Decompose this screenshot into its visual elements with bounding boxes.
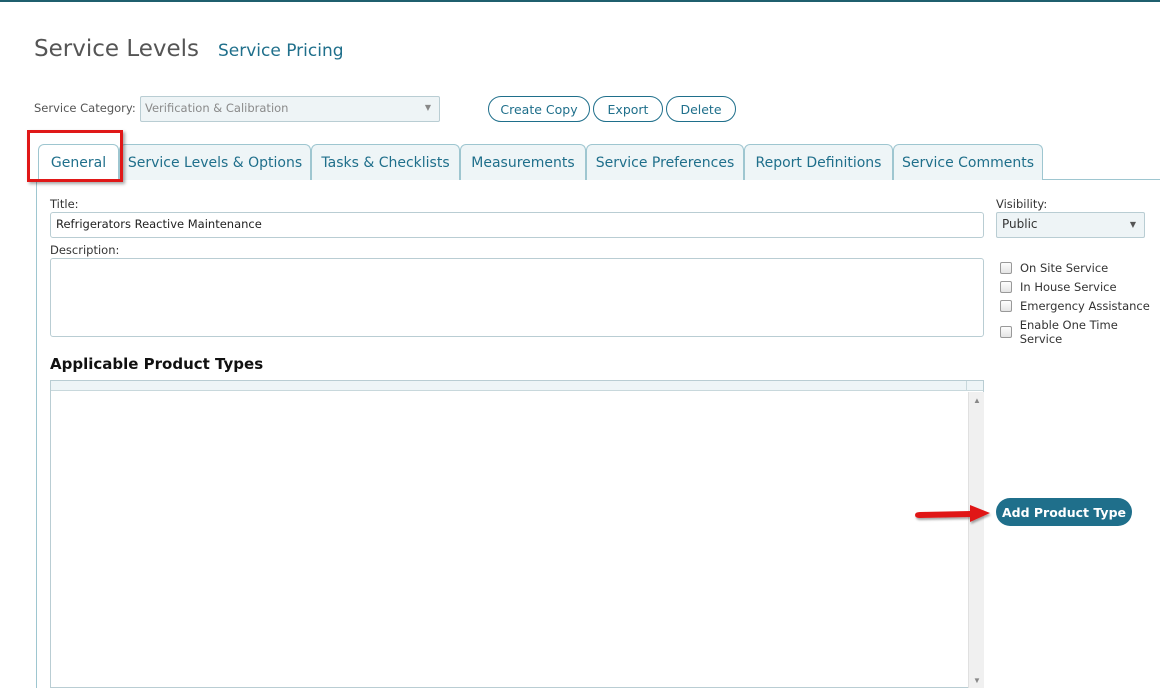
chevron-down-icon: ▼	[424, 103, 431, 112]
grid-header	[51, 381, 983, 391]
option-label: In House Service	[1020, 280, 1117, 294]
service-category-value: Verification & Calibration	[145, 101, 289, 115]
title-label: Title:	[50, 197, 79, 211]
service-category-label: Service Category:	[34, 101, 136, 115]
service-category-select[interactable]: Verification & Calibration ▼	[140, 96, 440, 122]
service-pricing-link[interactable]: Service Pricing	[218, 41, 344, 61]
scroll-up-icon[interactable]: ▲	[969, 396, 985, 405]
option-on-site-service[interactable]: On Site Service	[1000, 261, 1108, 275]
checkbox[interactable]	[1000, 262, 1012, 274]
option-emergency-assistance[interactable]: Emergency Assistance	[1000, 299, 1150, 313]
applicable-product-types-heading: Applicable Product Types	[50, 355, 264, 373]
page-title: Service Levels	[34, 36, 200, 62]
visibility-select[interactable]: Public ▼	[996, 212, 1145, 238]
description-label: Description:	[50, 243, 120, 257]
description-textarea[interactable]	[50, 258, 984, 337]
chevron-down-icon: ▼	[1129, 220, 1136, 229]
visibility-value: Public	[1002, 217, 1038, 231]
tab-report-definitions[interactable]: Report Definitions	[744, 144, 893, 180]
visibility-label: Visibility:	[996, 197, 1048, 211]
checkbox[interactable]	[1000, 300, 1012, 312]
panel-left-border	[36, 179, 37, 688]
title-input[interactable]: Refrigerators Reactive Maintenance	[50, 212, 984, 238]
product-types-grid[interactable]: ▲ ▼	[50, 380, 984, 688]
tab-measurements[interactable]: Measurements	[460, 144, 586, 180]
export-button[interactable]: Export	[593, 96, 663, 122]
tab-tasks-checklists[interactable]: Tasks & Checklists	[311, 144, 460, 180]
option-label: Enable One Time Service	[1019, 318, 1118, 346]
grid-scrollbar[interactable]: ▲ ▼	[968, 392, 984, 688]
grid-header-divider	[966, 381, 967, 391]
create-copy-button[interactable]: Create Copy	[488, 96, 590, 122]
option-label: Emergency Assistance	[1020, 299, 1150, 313]
top-border	[0, 0, 1160, 2]
checkbox[interactable]	[1000, 326, 1012, 338]
tab-service-levels-options[interactable]: Service Levels & Options	[119, 144, 311, 180]
option-in-house-service[interactable]: In House Service	[1000, 280, 1117, 294]
delete-button[interactable]: Delete	[666, 96, 736, 122]
scroll-down-icon[interactable]: ▼	[969, 676, 985, 685]
tab-service-comments[interactable]: Service Comments	[893, 144, 1043, 180]
add-product-type-button[interactable]: Add Product Type	[996, 498, 1132, 526]
tab-service-preferences[interactable]: Service Preferences	[586, 144, 744, 180]
checkbox[interactable]	[1000, 281, 1012, 293]
tab-general[interactable]: General	[38, 144, 119, 181]
option-enable-one-time-service[interactable]: Enable One Time Service	[1000, 318, 1160, 346]
option-label: On Site Service	[1020, 261, 1109, 275]
